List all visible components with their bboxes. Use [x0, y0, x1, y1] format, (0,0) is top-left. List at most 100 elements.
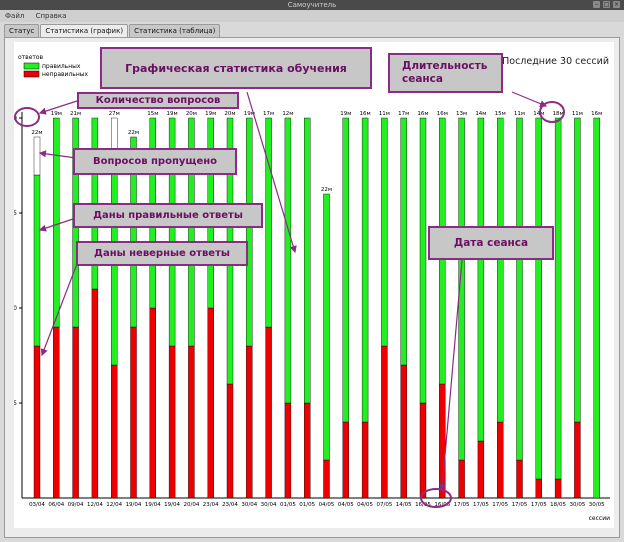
bar-correct — [516, 117, 523, 461]
x-tick-label: 30/04 — [261, 502, 277, 508]
bar-wrong — [246, 345, 253, 499]
bar-duration-label: 17м — [398, 111, 409, 117]
x-tick-label: 23/04 — [203, 502, 219, 508]
menu-file[interactable]: Файл — [5, 12, 24, 20]
annotation-correct: Даны правильные ответы — [73, 203, 263, 228]
tab-bar: Статус Статистика (график) Статистика (т… — [4, 24, 221, 37]
bar-duration-label: 15м — [495, 111, 506, 117]
bar-duration-label: 22м — [128, 130, 139, 136]
bar-duration-label: 12м — [282, 111, 293, 117]
legend-title: ответов — [18, 54, 44, 61]
bar-correct — [477, 117, 485, 442]
menu-help[interactable]: Справка — [36, 12, 67, 20]
bar-duration-label: 14м — [475, 111, 486, 117]
bar-wrong — [400, 364, 407, 499]
annotation-main: Графическая статистика обучения — [100, 47, 372, 89]
bar-duration-label: 11м — [514, 111, 525, 117]
bar-duration-label: 22м — [31, 130, 42, 136]
bar-wrong — [33, 345, 41, 499]
bar-duration-label: 18м — [553, 111, 564, 117]
legend-label-correct: правильных — [42, 63, 81, 70]
annotation-skipped: Вопросов пропущено — [73, 148, 237, 175]
bar-wrong — [130, 326, 137, 499]
minimize-button[interactable]: – — [593, 1, 600, 8]
bar-duration-label: 14м — [533, 111, 544, 117]
x-tick-label: 03/04 — [29, 502, 45, 508]
x-tick-label: 04/05 — [338, 502, 354, 508]
y-tick-label: 15 — [14, 210, 17, 217]
x-tick-label: 30/04 — [241, 502, 257, 508]
x-tick-labels: 03/04 06/04 09/04 12/04 12/04 19/04 19/04 19/04… — [29, 502, 605, 508]
chart-header-title: Последние 30 сессий — [502, 56, 609, 67]
chart-area: ответов правильных неправильных Последни… — [9, 42, 614, 528]
close-button[interactable]: × — [613, 1, 620, 8]
window-title: Самоучитель — [287, 1, 337, 9]
bar-duration-label: 13м — [456, 111, 467, 117]
x-tick-label: 06/04 — [48, 502, 64, 508]
bar-wrong — [149, 307, 157, 499]
bar-skipped — [33, 136, 41, 176]
bar-wrong — [574, 421, 581, 499]
x-tick-label: 04/05 — [357, 502, 373, 508]
x-tick-label: 12/04 — [87, 502, 103, 508]
x-tick-label: 17/05 — [454, 502, 470, 508]
x-tick-label: 18/05 — [550, 502, 566, 508]
bar-wrong — [516, 459, 523, 499]
bar-correct — [535, 117, 542, 480]
x-tick-label: 19/04 — [126, 502, 142, 508]
bar-correct — [284, 117, 292, 404]
bar-duration-label: 22м — [321, 187, 332, 193]
legend-swatch-wrong — [23, 70, 40, 78]
x-tick-label: 17/05 — [473, 502, 489, 508]
bar-duration-label: 11м — [379, 111, 390, 117]
x-tick-label: 30/05 — [589, 502, 605, 508]
tab-statistics-table[interactable]: Статистика (таблица) — [129, 24, 221, 37]
annotation-date: Дата сеанса — [428, 226, 554, 260]
y-ticks: 5 10 15 20 — [9, 115, 22, 407]
bar-correct — [497, 117, 504, 423]
x-tick-label: 12/04 — [106, 502, 122, 508]
bars — [33, 117, 600, 499]
bar-wrong — [419, 402, 427, 499]
bar-duration-label: 20м — [186, 111, 197, 117]
tab-status[interactable]: Статус — [4, 24, 40, 37]
bar-wrong — [168, 345, 176, 499]
bar-correct — [246, 117, 253, 347]
bar-correct — [381, 117, 388, 347]
y-tick-label: 20 — [14, 115, 17, 122]
bar-correct — [419, 117, 427, 404]
statistics-chart: ответов правильных неправильных Последни… — [9, 54, 610, 522]
bar-wrong — [477, 440, 485, 499]
x-tick-label: 07/05 — [376, 502, 392, 508]
x-tick-label: 19/04 — [164, 502, 180, 508]
bar-correct — [304, 117, 311, 404]
bar-duration-label: 15м — [147, 111, 158, 117]
maximize-button[interactable]: □ — [603, 1, 610, 8]
bar-wrong — [304, 402, 311, 499]
tab-statistics-chart[interactable]: Статистика (график) — [40, 24, 129, 37]
bar-wrong — [323, 459, 330, 499]
annotation-question-count: Количество вопросов — [77, 92, 239, 109]
bar-duration-label: 19м — [340, 111, 351, 117]
bar-correct — [323, 193, 330, 461]
bar-correct — [33, 174, 41, 347]
bar-duration-label: 19м — [205, 111, 216, 117]
bar-wrong — [439, 383, 446, 499]
bar-wrong — [110, 364, 118, 499]
x-tick-label: 23/04 — [222, 502, 238, 508]
x-tick-label: 14/05 — [396, 502, 412, 508]
bar-wrong — [361, 421, 369, 499]
x-tick-label: 17/05 — [531, 502, 547, 508]
bar-correct — [554, 117, 562, 480]
annotation-wrong: Даны неверные ответы — [76, 241, 248, 266]
x-tick-label: 01/05 — [299, 502, 315, 508]
bar-duration-label: 11м — [572, 111, 583, 117]
window-titlebar: Самоучитель – □ × — [0, 0, 624, 10]
x-tick-label: 30/05 — [569, 502, 585, 508]
bar-wrong — [91, 288, 99, 499]
x-tick-label: 17/05 — [512, 502, 528, 508]
bar-correct — [593, 117, 600, 499]
x-tick-label: 01/05 — [280, 502, 296, 508]
bar-duration-label: 17м — [263, 111, 274, 117]
bar-correct — [361, 117, 369, 423]
